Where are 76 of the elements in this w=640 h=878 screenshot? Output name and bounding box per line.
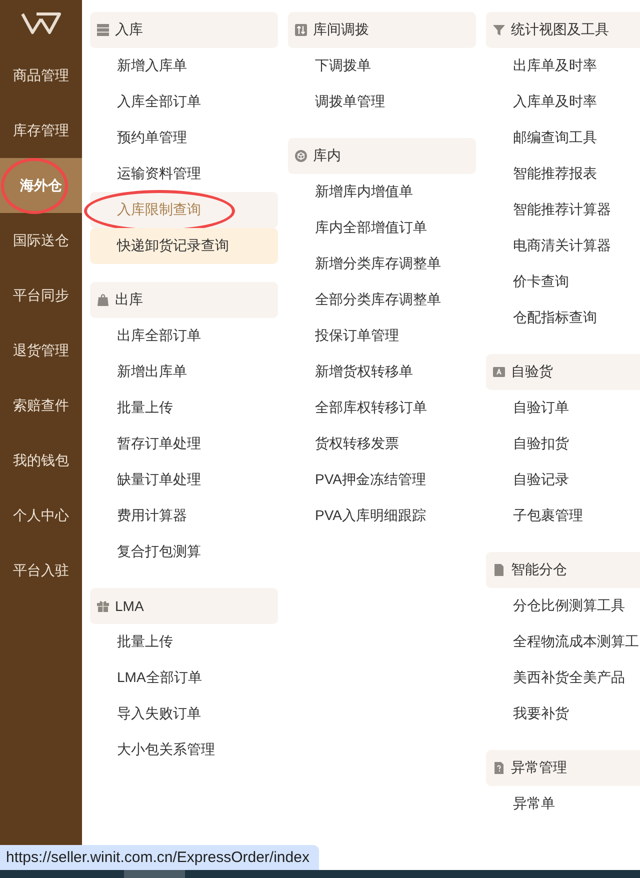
badge-icon xyxy=(493,366,505,378)
menu-item[interactable]: 预约单管理 xyxy=(90,120,278,156)
sidebar-item[interactable]: 索赔查件 xyxy=(0,378,82,433)
menu-item[interactable]: 自验扣货 xyxy=(486,426,640,462)
document-icon xyxy=(493,564,505,576)
menu-item[interactable]: 新增货权转移单 xyxy=(288,354,476,390)
sidebar-item[interactable]: 国际送仓 xyxy=(0,213,82,268)
menu-item[interactable]: 电商清关计算器 xyxy=(486,228,640,264)
group-title: 异常管理 xyxy=(511,759,567,777)
menu-item[interactable]: 新增分类库存调整单 xyxy=(288,246,476,282)
menu-item[interactable]: 货权转移发票 xyxy=(288,426,476,462)
sidebar-item[interactable]: 商品管理 xyxy=(0,48,82,103)
funnel-icon xyxy=(493,24,505,36)
menu-item[interactable]: 复合打包测算 xyxy=(90,534,278,570)
group-title: 入库 xyxy=(115,21,143,39)
menu-item[interactable]: PVA入库明细跟踪 xyxy=(288,498,476,534)
group-title: 出库 xyxy=(115,291,143,309)
menu-item[interactable]: 新增出库单 xyxy=(90,354,278,390)
menu-item[interactable]: 邮编查询工具 xyxy=(486,120,640,156)
menu-item[interactable]: 导入失败订单 xyxy=(90,696,278,732)
menu-item[interactable]: 缺量订单处理 xyxy=(90,462,278,498)
sidebar-item[interactable]: 海外仓 xyxy=(0,158,82,213)
menu-item[interactable]: 入库全部订单 xyxy=(90,84,278,120)
group-title: 库间调拨 xyxy=(313,21,369,39)
menu-item[interactable]: 全部分类库存调整单 xyxy=(288,282,476,318)
group-title: 自验货 xyxy=(511,363,553,381)
menu-item[interactable]: 下调拨单 xyxy=(288,48,476,84)
bag-icon xyxy=(97,294,109,306)
menu-item[interactable]: 出库单及时率 xyxy=(486,48,640,84)
gift-icon xyxy=(97,600,109,612)
menu-item[interactable]: 子包裹管理 xyxy=(486,498,640,534)
menu-item[interactable]: 自验记录 xyxy=(486,462,640,498)
menu-item[interactable]: 批量上传 xyxy=(90,390,278,426)
menu-item[interactable]: 智能推荐计算器 xyxy=(486,192,640,228)
menu-item[interactable]: 分仓比例测算工具 xyxy=(486,588,640,624)
sidebar-item[interactable]: 平台同步 xyxy=(0,268,82,323)
group-title: 智能分仓 xyxy=(511,561,567,579)
sidebar-item[interactable]: 平台入驻 xyxy=(0,543,82,598)
menu-item[interactable]: LMA全部订单 xyxy=(90,660,278,696)
group-title: LMA xyxy=(115,598,144,614)
menu-item[interactable]: 调拨单管理 xyxy=(288,84,476,120)
menu-item[interactable]: 仓配指标查询 xyxy=(486,300,640,336)
menu-item[interactable]: 我要补货 xyxy=(486,696,640,732)
menu-item[interactable]: 大小包关系管理 xyxy=(90,732,278,768)
sidebar-item[interactable]: 库存管理 xyxy=(0,103,82,158)
sidebar-item[interactable]: 我的钱包 xyxy=(0,433,82,488)
menu-item[interactable]: 费用计算器 xyxy=(90,498,278,534)
menu-item[interactable]: 库内全部增值订单 xyxy=(288,210,476,246)
menu-item[interactable]: 全部库权转移订单 xyxy=(288,390,476,426)
menu-item[interactable]: 批量上传 xyxy=(90,624,278,660)
menu-item[interactable]: 全程物流成本测算工 xyxy=(486,624,640,660)
menu-item[interactable]: 新增库内增值单 xyxy=(288,174,476,210)
menu-item[interactable]: 运输资料管理 xyxy=(90,156,278,192)
menu-item[interactable]: PVA押金冻结管理 xyxy=(288,462,476,498)
menu-item[interactable]: 投保订单管理 xyxy=(288,318,476,354)
server-icon xyxy=(97,24,109,36)
menu-item[interactable]: 美西补货全美产品 xyxy=(486,660,640,696)
menu-item[interactable]: 出库全部订单 xyxy=(90,318,278,354)
menu-item[interactable]: 入库单及时率 xyxy=(486,84,640,120)
swap-icon xyxy=(295,24,307,36)
menu-item[interactable]: 暂存订单处理 xyxy=(90,426,278,462)
menu-item[interactable]: 快递卸货记录查询 xyxy=(90,228,278,264)
menu-item[interactable]: 新增入库单 xyxy=(90,48,278,84)
menu-item[interactable]: 价卡查询 xyxy=(486,264,640,300)
menu-item[interactable]: 智能推荐报表 xyxy=(486,156,640,192)
logo-icon xyxy=(21,12,61,34)
group-title: 库内 xyxy=(313,147,341,165)
url-tooltip: https://seller.winit.com.cn/ExpressOrder/index xyxy=(0,845,320,870)
group-title: 统计视图及工具 xyxy=(511,21,609,39)
help-document-icon xyxy=(493,762,505,774)
cube-icon xyxy=(295,150,307,162)
scrollbar-thumb[interactable] xyxy=(124,870,185,878)
sidebar-item[interactable]: 个人中心 xyxy=(0,488,82,543)
menu-item[interactable]: 异常单 xyxy=(486,786,640,822)
menu-item[interactable]: 自验订单 xyxy=(486,390,640,426)
sidebar-item[interactable]: 退货管理 xyxy=(0,323,82,378)
